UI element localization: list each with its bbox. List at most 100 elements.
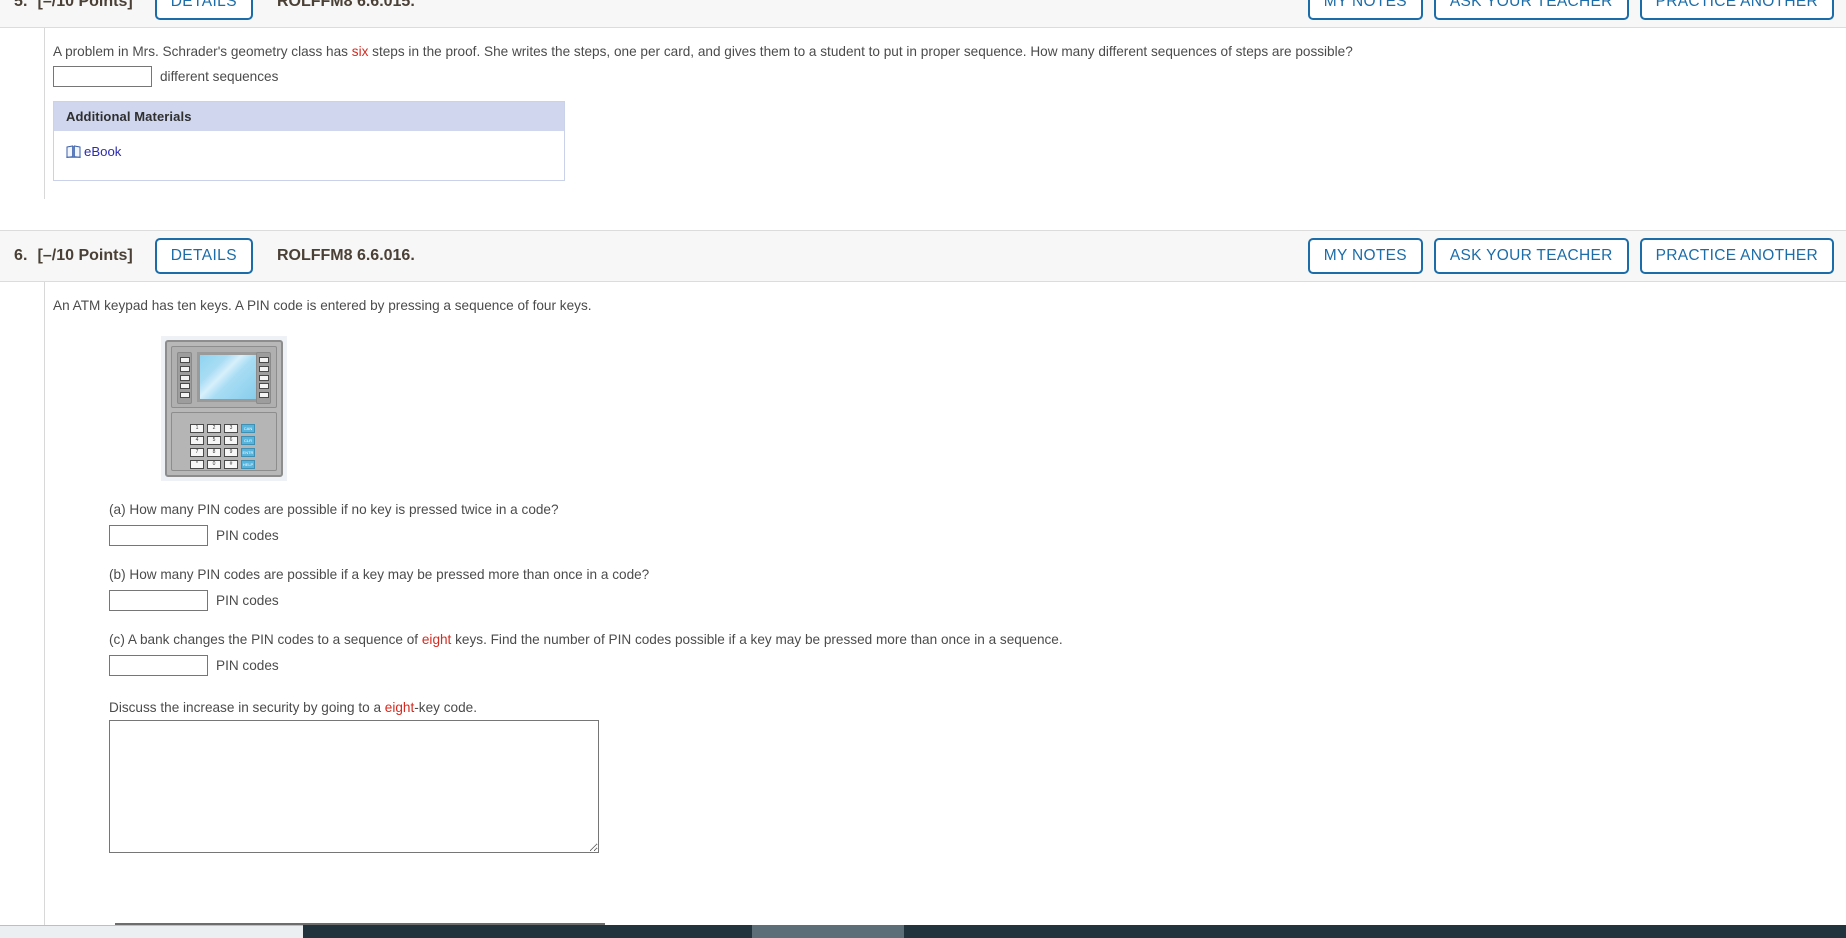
atm-number-key: *	[190, 459, 204, 469]
part-a-text-pre: (a) How many PIN codes are possible if n…	[109, 501, 559, 517]
question-5-number: 5.	[14, 0, 28, 10]
atm-upper-panel	[171, 345, 277, 408]
question-5-answer-unit: different sequences	[160, 68, 279, 84]
question-5-answer-row: different sequences	[53, 65, 1846, 87]
part-b-answer-row: PIN codes	[109, 589, 1846, 611]
atm-number-key: 0	[207, 459, 221, 469]
bottom-taskbar	[0, 925, 1846, 938]
question-6-number: 6.	[14, 247, 28, 264]
question-6-part-b: (b) How many PIN codes are possible if a…	[109, 565, 1846, 611]
homework-page: 5. [–/10 Points] DETAILS ROLFFM8 6.6.015…	[0, 0, 1846, 938]
atm-number-key: 6	[224, 435, 238, 445]
atm-softkey	[258, 357, 269, 364]
atm-body: 1 2 3 CAN 4 5 6 CLR 7 8 9 ENTR * 0 # HELP	[165, 339, 283, 477]
atm-softkey	[179, 374, 190, 381]
part-b-answer-input[interactable]	[109, 589, 208, 611]
question-5-prompt-pre: A problem in Mrs. Schrader's geometry cl…	[53, 44, 352, 59]
atm-function-key: CLR	[241, 435, 255, 445]
my-notes-button-6[interactable]: MY NOTES	[1307, 238, 1423, 274]
part-a-answer-unit: PIN codes	[216, 527, 279, 543]
additional-materials-box-5: Additional Materials eBook	[53, 100, 565, 181]
additional-materials-body: eBook	[54, 131, 564, 180]
atm-keypad: 1 2 3 CAN 4 5 6 CLR 7 8 9 ENTR * 0 # HELP	[190, 423, 255, 469]
question-block-6: 6. [–/10 Points] DETAILS ROLFFM8 6.6.016…	[0, 230, 1846, 938]
question-6-intro: An ATM keypad has ten keys. A PIN code i…	[53, 298, 592, 313]
question-6-header-actions: MY NOTES ASK YOUR TEACHER PRACTICE ANOTH…	[1307, 238, 1834, 274]
atm-number-key: 3	[224, 423, 238, 433]
question-6-header: 6. [–/10 Points] DETAILS ROLFFM8 6.6.016…	[0, 230, 1846, 282]
discussion-label-post: -key code.	[414, 699, 477, 715]
atm-softkey	[179, 366, 190, 373]
question-5-prompt-highlight: six	[351, 44, 369, 59]
part-c-text-pre: (c) A bank changes the PIN codes to a se…	[109, 631, 422, 647]
question-5-prompt-post: steps in the proof. She writes the steps…	[368, 44, 1353, 59]
book-icon	[66, 145, 81, 158]
atm-softkey	[258, 374, 269, 381]
atm-lower-panel: 1 2 3 CAN 4 5 6 CLR 7 8 9 ENTR * 0 # HELP	[171, 411, 277, 471]
atm-number-key: 9	[224, 447, 238, 457]
atm-number-key: 8	[207, 447, 221, 457]
question-5-prompt: A problem in Mrs. Schrader's geometry cl…	[53, 42, 1846, 62]
atm-number-key: 4	[190, 435, 204, 445]
question-5-body-inner: A problem in Mrs. Schrader's geometry cl…	[44, 28, 1846, 199]
ebook-link[interactable]: eBook	[66, 144, 121, 159]
atm-number-key: 7	[190, 447, 204, 457]
atm-number-key: 2	[207, 423, 221, 433]
atm-softkey	[179, 357, 190, 364]
discussion-textarea[interactable]	[109, 719, 599, 853]
question-6-code: ROLFFM8 6.6.016.	[276, 247, 415, 264]
atm-softkey	[258, 366, 269, 373]
discussion-label-highlight: eight	[384, 699, 415, 715]
question-5-body: A problem in Mrs. Schrader's geometry cl…	[0, 28, 1846, 199]
practice-another-button-5[interactable]: PRACTICE ANOTHER	[1639, 0, 1834, 20]
additional-materials-title: Additional Materials	[54, 101, 564, 131]
atm-number-key: 1	[190, 423, 204, 433]
question-5-code: ROLFFM8 6.6.015.	[276, 0, 415, 10]
part-b-text: (b) How many PIN codes are possible if a…	[109, 565, 1846, 584]
part-a-answer-row: PIN codes	[109, 524, 1846, 546]
question-6-discussion: Discuss the increase in security by goin…	[109, 700, 1846, 853]
discussion-label-pre: Discuss the increase in security by goin…	[109, 699, 385, 715]
question-6-body-inner: An ATM keypad has ten keys. A PIN code i…	[44, 282, 1846, 938]
ask-your-teacher-button-5[interactable]: ASK YOUR TEACHER	[1433, 0, 1629, 20]
question-5-answer-input[interactable]	[53, 65, 152, 87]
question-6-part-a: (a) How many PIN codes are possible if n…	[109, 500, 1846, 546]
part-c-text: (c) A bank changes the PIN codes to a se…	[109, 630, 1846, 649]
question-5-points: [–/10 Points]	[37, 0, 133, 10]
discussion-label: Discuss the increase in security by goin…	[109, 700, 1846, 715]
atm-right-softkeys	[256, 351, 271, 404]
part-c-answer-input[interactable]	[109, 654, 208, 676]
part-c-answer-unit: PIN codes	[216, 657, 279, 673]
details-button-6[interactable]: DETAILS	[154, 238, 253, 274]
part-c-text-highlight: eight	[421, 631, 452, 647]
ask-your-teacher-button-6[interactable]: ASK YOUR TEACHER	[1433, 238, 1629, 274]
details-button-5[interactable]: DETAILS	[154, 0, 253, 20]
atm-function-key: CAN	[241, 423, 255, 433]
question-6-part-c: (c) A bank changes the PIN codes to a se…	[109, 630, 1846, 676]
question-6-points: [–/10 Points]	[37, 247, 133, 264]
horizontal-scrollbar-track[interactable]	[0, 925, 303, 938]
question-5-header: 5. [–/10 Points] DETAILS ROLFFM8 6.6.015…	[0, 0, 1846, 28]
atm-function-key: ENTR	[241, 447, 255, 457]
atm-number-key: 5	[207, 435, 221, 445]
horizontal-scrollbar-thumb[interactable]	[752, 925, 904, 938]
part-c-answer-row: PIN codes	[109, 654, 1846, 676]
atm-screen	[197, 351, 259, 402]
part-a-text: (a) How many PIN codes are possible if n…	[109, 500, 1846, 519]
part-b-answer-unit: PIN codes	[216, 592, 279, 608]
atm-left-softkeys	[177, 351, 192, 404]
ebook-label: eBook	[84, 143, 122, 159]
atm-number-key: #	[224, 459, 238, 469]
part-a-answer-input[interactable]	[109, 524, 208, 546]
atm-machine-illustration: 1 2 3 CAN 4 5 6 CLR 7 8 9 ENTR * 0 # HELP	[161, 335, 287, 481]
my-notes-button-5[interactable]: MY NOTES	[1307, 0, 1423, 20]
atm-softkey	[258, 391, 269, 398]
question-5-header-actions: MY NOTES ASK YOUR TEACHER PRACTICE ANOTH…	[1307, 0, 1834, 20]
atm-softkey	[179, 383, 190, 390]
part-c-text-post: keys. Find the number of PIN codes possi…	[451, 631, 1063, 647]
question-6-body: An ATM keypad has ten keys. A PIN code i…	[0, 282, 1846, 938]
atm-softkey	[179, 391, 190, 398]
question-block-5: 5. [–/10 Points] DETAILS ROLFFM8 6.6.015…	[0, 0, 1846, 199]
atm-function-key: HELP	[241, 459, 255, 469]
practice-another-button-6[interactable]: PRACTICE ANOTHER	[1639, 238, 1834, 274]
